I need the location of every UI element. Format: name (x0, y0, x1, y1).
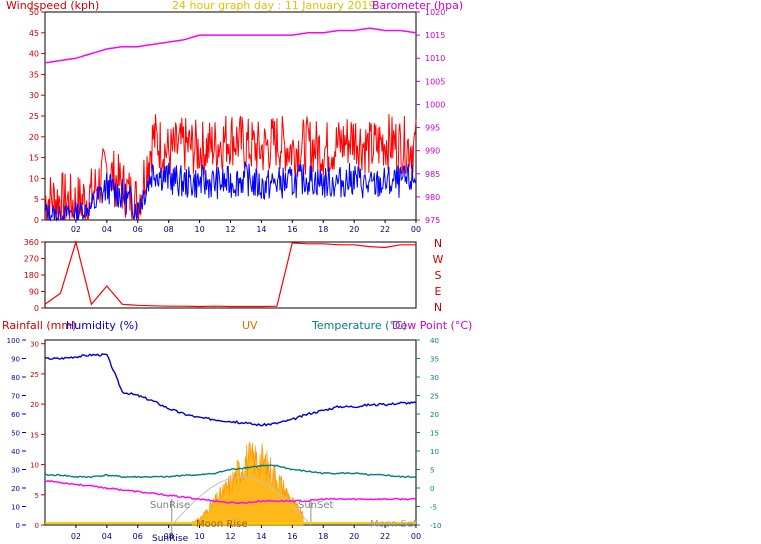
humidity-tick-label: 10 (11, 504, 20, 512)
y-right-tick-label: 995 (425, 124, 440, 133)
direction-tick-label: 0 (34, 304, 39, 313)
humidity-tick-label: 40 (11, 448, 20, 456)
bottom-x-tick-label: 12 (225, 532, 235, 541)
temp-tick-label: -10 (430, 522, 441, 530)
humidity-tick-label: 100 (7, 337, 20, 345)
bottom-x-tick-label: 14 (256, 532, 266, 541)
humidity-tick-label: 90 (11, 356, 20, 364)
x-tick-label: 06 (133, 225, 143, 234)
rain-tick-label: 30 (30, 341, 39, 349)
compass-label: E (435, 285, 442, 298)
bottom-x-tick-label: 20 (349, 532, 359, 541)
temp-tick-label: 20 (430, 411, 439, 419)
y-right-tick-label: 1000 (425, 100, 445, 109)
moonset-label: Moon Set (370, 519, 417, 530)
y-left-tick-label: 30 (29, 91, 39, 100)
bottom-x-tick-label: 04 (102, 532, 112, 541)
compass-label: N (434, 237, 442, 250)
humidity-tick-label: 20 (11, 485, 20, 493)
rain-tick-label: 5 (35, 492, 39, 500)
y-left-tick-label: 35 (29, 70, 39, 79)
rain-tick-label: 20 (30, 401, 39, 409)
temp-tick-label: 15 (430, 430, 439, 438)
temp-tick-label: 10 (430, 448, 439, 456)
temp-tick-label: 35 (430, 356, 439, 364)
compass-label: N (434, 301, 442, 314)
humidity-tick-label: 0 (16, 522, 20, 530)
temp-tick-label: -5 (430, 504, 437, 512)
humidity-tick-label: 50 (11, 430, 20, 438)
y-left-tick-label: 25 (29, 112, 39, 121)
y-left-tick-label: 40 (29, 50, 39, 59)
y-right-tick-label: 1010 (425, 54, 445, 63)
bottom-x-tick-label: 00 (411, 532, 421, 541)
x-tick-label: 16 (287, 225, 297, 234)
weather-graph: 0 5 10 15 20 25 30 35 40 45 50 975 980 985 990 995 1000 1… (0, 0, 761, 544)
direction-tick-label: 90 (29, 288, 39, 297)
humidity-tick-label: 60 (11, 411, 20, 419)
compass-label: W (433, 253, 444, 266)
x-tick-label: 22 (380, 225, 390, 234)
bottom-x-tick-label: 16 (287, 532, 297, 541)
x-tick-label: 08 (164, 225, 174, 234)
temp-tick-label: 30 (430, 374, 439, 382)
direction-plot-frame (44, 241, 417, 309)
temp-tick-label: 5 (430, 467, 434, 475)
y-left-tick-label: 20 (29, 133, 39, 142)
bottom-x-tick-label: 10 (194, 532, 204, 541)
humidity-tick-label: 70 (11, 393, 20, 401)
y-right-tick-label: 1005 (425, 77, 445, 86)
rain-tick-label: 0 (35, 522, 39, 530)
y-left-tick-label: 0 (34, 216, 39, 225)
x-tick-label: 02 (71, 225, 81, 234)
temp-tick-label: 0 (430, 485, 434, 493)
y-right-tick-label: 990 (425, 147, 440, 156)
y-right-tick-label: 975 (425, 216, 440, 225)
x-tick-label: 18 (318, 225, 328, 234)
rain-tick-label: 10 (30, 462, 39, 470)
rain-tick-label: 15 (30, 431, 39, 439)
x-tick-label: 14 (256, 225, 266, 234)
compass-label: S (435, 269, 442, 282)
moonrise-label: Moon Rise (196, 519, 248, 530)
windspeed-axis-label: Windspeed (kph) (6, 0, 100, 12)
direction-tick-label: 360 (24, 238, 39, 247)
direction-tick-label: 270 (24, 255, 39, 264)
sunset-label: SunSet (298, 500, 334, 511)
chart-title: 24 hour graph day : 11 January 2019 (172, 0, 376, 12)
humidity-tick-label: 30 (11, 467, 20, 475)
charts-svg: 0510152025303540455097598098599099510001… (7, 8, 446, 541)
sunrise-label: SunRise (150, 500, 191, 511)
x-tick-label: 00 (411, 225, 421, 234)
uv-axis-label: UV (242, 319, 258, 332)
bottom-x-tick-label: 06 (133, 532, 143, 541)
y-left-tick-label: 45 (29, 29, 39, 38)
rain-tick-label: 25 (30, 371, 39, 379)
y-left-tick-label: 15 (29, 154, 39, 163)
temp-tick-label: 40 (430, 337, 439, 345)
humidity-axis-label: Humidity (%) (66, 319, 139, 332)
barometer-axis-label: Barometer (hpa) (372, 0, 464, 12)
dew-point-axis-label: Dew Point (°C) (392, 319, 473, 332)
x-tick-label: 04 (102, 225, 112, 234)
bottom-x-tick-label: 18 (318, 532, 328, 541)
x-tick-label: 12 (225, 225, 235, 234)
direction-tick-label: 180 (24, 271, 39, 280)
bottom-x-tick-label: 22 (380, 532, 390, 541)
y-right-tick-label: 980 (425, 193, 440, 202)
y-right-tick-label: 1015 (425, 31, 445, 40)
humidity-tick-label: 80 (11, 374, 20, 382)
sunrise-axis-label: SunRise (152, 534, 189, 544)
x-tick-label: 20 (349, 225, 359, 234)
y-right-tick-label: 985 (425, 170, 440, 179)
x-tick-label: 10 (194, 225, 204, 234)
temp-tick-label: 25 (430, 393, 439, 401)
y-left-tick-label: 10 (29, 174, 39, 183)
bottom-x-tick-label: 02 (71, 532, 81, 541)
y-left-tick-label: 5 (34, 195, 39, 204)
